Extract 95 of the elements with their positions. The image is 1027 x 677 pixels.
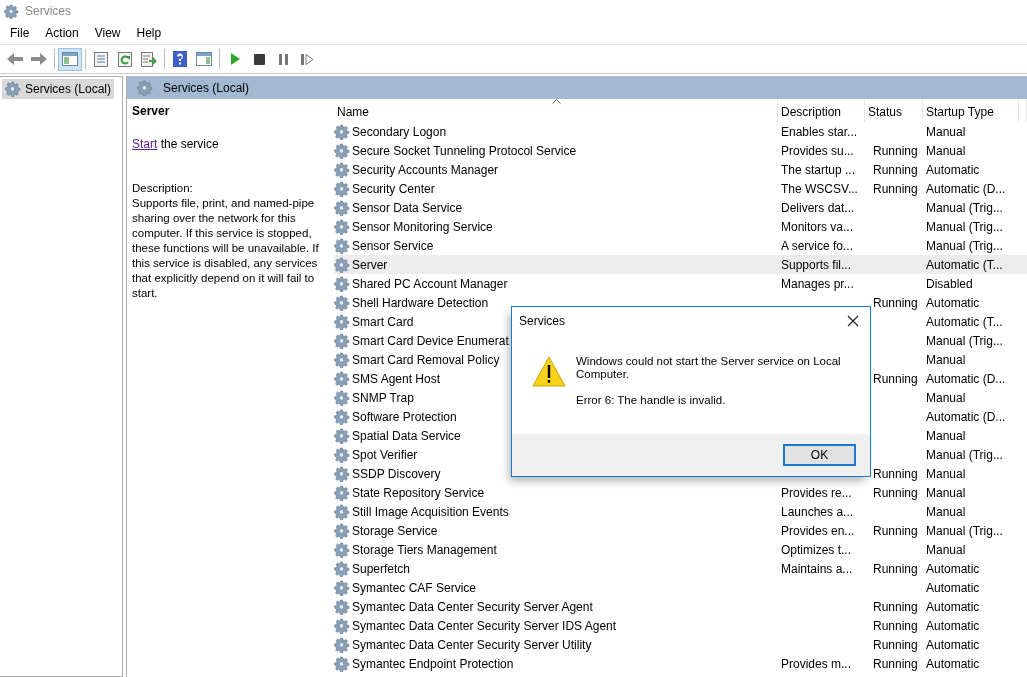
error-code: Error 6: The handle is invalid. [576, 394, 727, 407]
description-cell: The WSCSV... [781, 181, 858, 196]
startup-type-cell: Automatic (D... [926, 409, 1006, 424]
service-name: SMS Agent Host [352, 371, 441, 386]
status-cell: Running [873, 561, 918, 576]
dialog-title: Services [519, 314, 565, 328]
service-name: Smart Card Device Enumerat [352, 333, 509, 348]
startup-type-cell: Automatic [926, 580, 980, 595]
description-cell: Enables star... [781, 124, 858, 139]
service-name: Still Image Acquisition Events [352, 504, 509, 519]
service-name: Security Accounts Manager [352, 162, 499, 177]
startup-type-cell: Automatic (T... [926, 314, 1003, 329]
startup-type-cell: Manual [926, 504, 966, 519]
service-name: Sensor Data Service [352, 200, 463, 215]
start-service-text: Start the service [132, 137, 220, 151]
status-cell: Running [873, 162, 918, 177]
service-name: Sensor Service [352, 238, 434, 253]
status-cell: Running [873, 523, 918, 538]
startup-type-cell: Manual [926, 542, 966, 557]
window-title: Services [25, 4, 71, 18]
description-cell: Monitors va... [781, 219, 854, 234]
startup-type-cell: Manual (Trig... [926, 333, 1003, 348]
startup-type-cell: Manual [926, 485, 966, 500]
service-name: SSDP Discovery [352, 466, 441, 481]
status-cell: Running [873, 143, 918, 158]
pane-title: Services (Local) [163, 80, 250, 95]
description-cell: Provides en... [781, 523, 855, 538]
startup-type-cell: Manual (Trig... [926, 219, 1003, 234]
startup-type-cell: Manual [926, 143, 966, 158]
startup-type-cell: Disabled [926, 276, 973, 291]
service-name: Superfetch [352, 561, 411, 576]
service-name: Symantec Data Center Security Server Utility [352, 637, 592, 652]
service-title: Server [132, 104, 171, 118]
service-name: Server [352, 257, 388, 272]
service-name: Secondary Logon [352, 124, 447, 139]
status-cell: Running [873, 599, 918, 614]
service-name: Spot Verifier [352, 447, 418, 462]
service-name: Symantec Data Center Security Server IDS Agent [352, 618, 617, 633]
description-cell: Supports fil... [781, 257, 852, 272]
description-cell: Manages pr... [781, 276, 854, 291]
description-cell: The startup ... [781, 162, 856, 177]
service-name: Secure Socket Tunneling Protocol Service [352, 143, 577, 158]
startup-type-cell: Manual (Trig... [926, 238, 1003, 253]
status-cell: Running [873, 181, 918, 196]
startup-type-cell: Manual [926, 428, 966, 443]
startup-type-cell: Manual [926, 124, 966, 139]
service-name: Shell Hardware Detection [352, 295, 489, 310]
startup-type-cell: Automatic [926, 656, 980, 671]
description-text: Supports file, print, and named-pipe sharing over the network for this computer. If this service is stopped, these functions will be unavailable. If this service is disabled, any services that explicitly depend on it will fail to start. [132, 196, 320, 301]
startup-type-cell: Manual (Trig... [926, 523, 1003, 538]
description-label: Description: [132, 181, 194, 196]
description-cell: Provides re... [781, 485, 852, 500]
description-cell: Provides m... [781, 656, 852, 671]
service-name: Smart Card Removal Policy [352, 352, 500, 367]
description-cell: Provides su... [781, 143, 854, 158]
startup-type-cell: Manual [926, 390, 966, 405]
startup-type-cell: Automatic [926, 561, 980, 576]
error-message: Windows could not start the Server service on Local Computer. [576, 355, 842, 381]
startup-type-cell: Automatic [926, 618, 980, 633]
description-cell: Optimizes t... [781, 542, 851, 557]
service-name: SNMP Trap [352, 390, 414, 405]
status-cell: Running [873, 371, 918, 386]
service-name: Security Center [352, 181, 435, 196]
service-name: Symantec Data Center Security Server Agent [352, 599, 593, 614]
description-cell: Maintains a... [781, 561, 853, 576]
description-cell: Delivers dat... [781, 200, 855, 215]
startup-type-cell: Manual (Trig... [926, 200, 1003, 215]
status-cell: Running [873, 466, 918, 481]
startup-type-cell: Automatic (D... [926, 181, 1006, 196]
status-cell: Running [873, 618, 918, 633]
startup-type-cell: Automatic [926, 599, 980, 614]
status-cell: Running [873, 656, 918, 671]
service-name: Software Protection [352, 409, 457, 424]
service-name: Spatial Data Service [352, 428, 461, 443]
startup-type-cell: Manual [926, 466, 966, 481]
service-name: Symantec CAF Service [352, 580, 477, 595]
startup-type-cell: Automatic (T... [926, 257, 1003, 272]
startup-type-cell: Manual [926, 352, 966, 367]
service-name: Sensor Monitoring Service [352, 219, 493, 234]
status-cell: Running [873, 295, 918, 310]
service-name: Smart Card [352, 314, 414, 329]
service-name: Symantec Endpoint Protection [352, 656, 514, 671]
service-name: Shared PC Account Manager [352, 276, 508, 291]
service-name: Storage Tiers Management [352, 542, 497, 557]
startup-type-cell: Automatic [926, 162, 980, 177]
startup-type-cell: Automatic [926, 295, 980, 310]
startup-type-cell: Automatic (D... [926, 371, 1006, 386]
status-cell: Running [873, 485, 918, 500]
service-name: State Repository Service [352, 485, 485, 500]
service-name: Storage Service [352, 523, 438, 538]
description-cell: A service fo... [781, 238, 854, 253]
startup-type-cell: Manual (Trig... [926, 447, 1003, 462]
startup-type-cell: Automatic [926, 637, 980, 652]
description-cell: Launches a... [781, 504, 854, 519]
status-cell: Running [873, 637, 918, 652]
